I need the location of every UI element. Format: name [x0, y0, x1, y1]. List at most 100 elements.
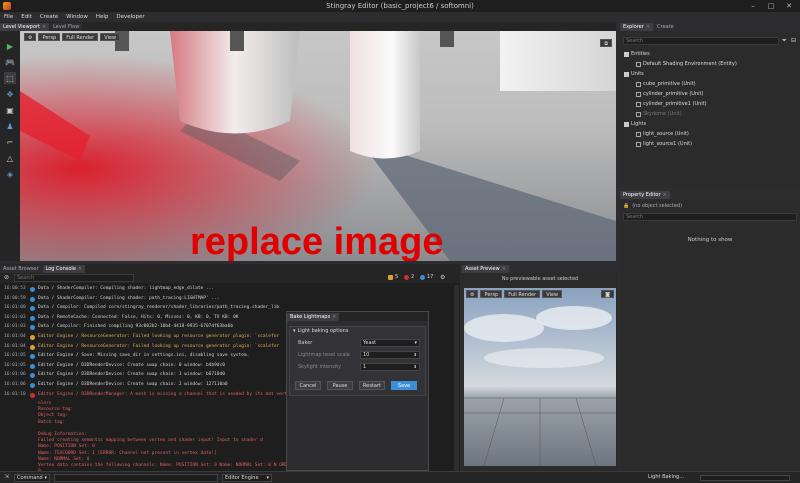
property-search-input[interactable]: Search [623, 213, 797, 221]
warning-count: 5 [395, 274, 399, 280]
viewport-settings-icon[interactable]: ⚙ [24, 33, 37, 41]
skylight-intensity-input[interactable]: 1 ⬍ [360, 363, 420, 371]
error-detail-line: Batch tag: [38, 419, 66, 425]
sky-scene [464, 306, 616, 466]
log-scrollbar[interactable] [454, 285, 459, 471]
tab-level-viewport[interactable]: Level Viewport × [0, 23, 50, 31]
section-header[interactable]: ▾ Light baking options [293, 328, 348, 334]
info-icon [30, 363, 35, 369]
texel-value: 10 [363, 352, 370, 358]
engine-label: Editor Engine [225, 475, 259, 481]
texel-scale-input[interactable]: 10 ⬍ [360, 351, 420, 359]
scale-tool-icon[interactable]: ▣ [4, 104, 16, 116]
baker-select[interactable]: Yeast ▾ [360, 339, 420, 347]
stepper-icon[interactable]: ⬍ [414, 352, 417, 358]
filter-icon[interactable]: ⏷ [782, 37, 787, 45]
level-viewport[interactable]: ⚙ Persp Full Render View ⧉ replace image [20, 31, 616, 261]
menu-edit[interactable]: Edit [17, 14, 36, 20]
log-row[interactable]: 16:00:53 Data / ShaderCompiler: Compiling… [0, 285, 460, 293]
tab-explorer[interactable]: Explorer × [620, 23, 654, 31]
stepper-icon[interactable]: ⬍ [414, 364, 417, 370]
close-icon[interactable]: × [42, 23, 46, 31]
menu-developer[interactable]: Developer [112, 14, 148, 20]
command-input[interactable] [54, 474, 218, 482]
asset-full-render-button[interactable]: Full Render [504, 290, 541, 298]
camera-icon[interactable]: ◙ [601, 290, 614, 298]
close-icon[interactable]: × [646, 23, 650, 31]
tree-item[interactable]: cylinder_primitive (Unit) [636, 91, 703, 97]
command-mode-select[interactable]: Command ▾ [14, 474, 50, 482]
save-button[interactable]: Save [391, 381, 417, 390]
gamepad-icon[interactable]: 🎮 [4, 56, 16, 68]
tree-folder[interactable]: Entities [624, 51, 650, 57]
tree-item[interactable]: cube_primitive (Unit) [636, 81, 696, 87]
baker-value: Yeast [363, 340, 377, 346]
engine-select[interactable]: Editor Engine ▾ [222, 474, 272, 482]
tab-property-editor[interactable]: Property Editor × [620, 191, 670, 199]
select-tool-icon[interactable]: ⬚ [4, 72, 16, 84]
tab-create[interactable]: Create [654, 23, 677, 31]
view-button[interactable]: View [100, 33, 121, 41]
log-search-input[interactable]: Search [14, 274, 134, 282]
tree-item[interactable]: Default Shading Environment (Entity) [636, 61, 737, 67]
menu-window[interactable]: Window [62, 14, 92, 20]
tab-log-console[interactable]: Log Console × [42, 265, 86, 273]
snap-tool-icon[interactable]: ⌐ [4, 136, 16, 148]
place-tool-icon[interactable]: ♟ [4, 120, 16, 132]
menu-file[interactable]: File [0, 14, 17, 20]
task-progress-bar [700, 475, 790, 481]
expand-icon[interactable]: ⇲ [4, 473, 9, 480]
empty-message: Nothing to show [687, 237, 733, 243]
tab-level-flow[interactable]: Level Flow [50, 23, 83, 31]
cube-tool-icon[interactable]: ◈ [4, 168, 16, 180]
folder-icon [624, 51, 629, 57]
info-icon[interactable] [420, 275, 425, 280]
warning-icon[interactable] [388, 275, 393, 280]
play-icon[interactable]: ▶ [4, 40, 16, 52]
tree-item[interactable]: light_source1 (Unit) [636, 141, 692, 147]
maximize-viewport-icon[interactable]: ⧉ [600, 39, 612, 47]
asset-preview-viewport[interactable]: ⚙ Persp Full Render View ◙ [464, 288, 616, 466]
collapse-icon[interactable]: ⊟ [791, 37, 796, 44]
move-tool-icon[interactable]: ✥ [4, 88, 16, 100]
section-label: Light baking options [297, 328, 349, 334]
clear-log-icon[interactable]: ⊘ [4, 274, 9, 281]
cancel-button[interactable]: Cancel [295, 381, 321, 390]
tab-asset-preview[interactable]: Asset Preview × [462, 265, 509, 273]
menu-create[interactable]: Create [36, 14, 62, 20]
close-icon[interactable]: × [78, 265, 82, 273]
tree-item[interactable]: Skydome (Unit) [636, 111, 682, 117]
lock-icon[interactable]: 🔒 [623, 203, 629, 209]
log-settings-icon[interactable]: ⚙ [440, 274, 445, 281]
log-message: Editor Engine / D3DRenderDevice: Create … [38, 382, 228, 387]
maximize-button[interactable]: □ [762, 0, 780, 12]
error-icon[interactable] [404, 275, 409, 280]
asset-view-button[interactable]: View [542, 290, 563, 298]
close-icon[interactable]: × [332, 313, 336, 321]
tree-item[interactable]: cylinder_primitive1 (Unit) [636, 101, 707, 107]
info-count: 17 [427, 274, 434, 280]
asset-settings-icon[interactable]: ⚙ [466, 290, 479, 298]
minimize-button[interactable]: – [744, 0, 762, 12]
close-icon[interactable]: × [502, 265, 506, 273]
full-render-button[interactable]: Full Render [62, 33, 99, 41]
log-row[interactable]: 16:00:59 Data / ShaderCompiler: Compiling… [0, 295, 460, 303]
log-message: Editor Engine / Save: Missing save_dir i… [38, 353, 250, 359]
ruler-tool-icon[interactable]: △ [4, 152, 16, 164]
tree-label: Skydome (Unit) [643, 111, 682, 117]
menu-help[interactable]: Help [92, 14, 113, 20]
asset-persp-button[interactable]: Persp [480, 290, 503, 298]
restart-button[interactable]: Restart [359, 381, 385, 390]
log-time: 16:01:06 [4, 372, 26, 378]
persp-button[interactable]: Persp [38, 33, 61, 41]
tree-folder[interactable]: Lights [624, 121, 646, 127]
tree-item[interactable]: light_source (Unit) [636, 131, 689, 137]
tab-label: Log Console [45, 266, 76, 272]
close-button[interactable]: ✕ [780, 0, 798, 12]
close-icon[interactable]: × [663, 191, 667, 199]
tab-asset-browser[interactable]: Asset Browser [0, 265, 42, 273]
tree-folder[interactable]: Units [624, 71, 644, 77]
pause-button[interactable]: Pause [327, 381, 353, 390]
tab-bake-lightmaps[interactable]: Bake Lightmaps × [287, 313, 340, 321]
explorer-search-input[interactable]: Search [623, 37, 779, 45]
